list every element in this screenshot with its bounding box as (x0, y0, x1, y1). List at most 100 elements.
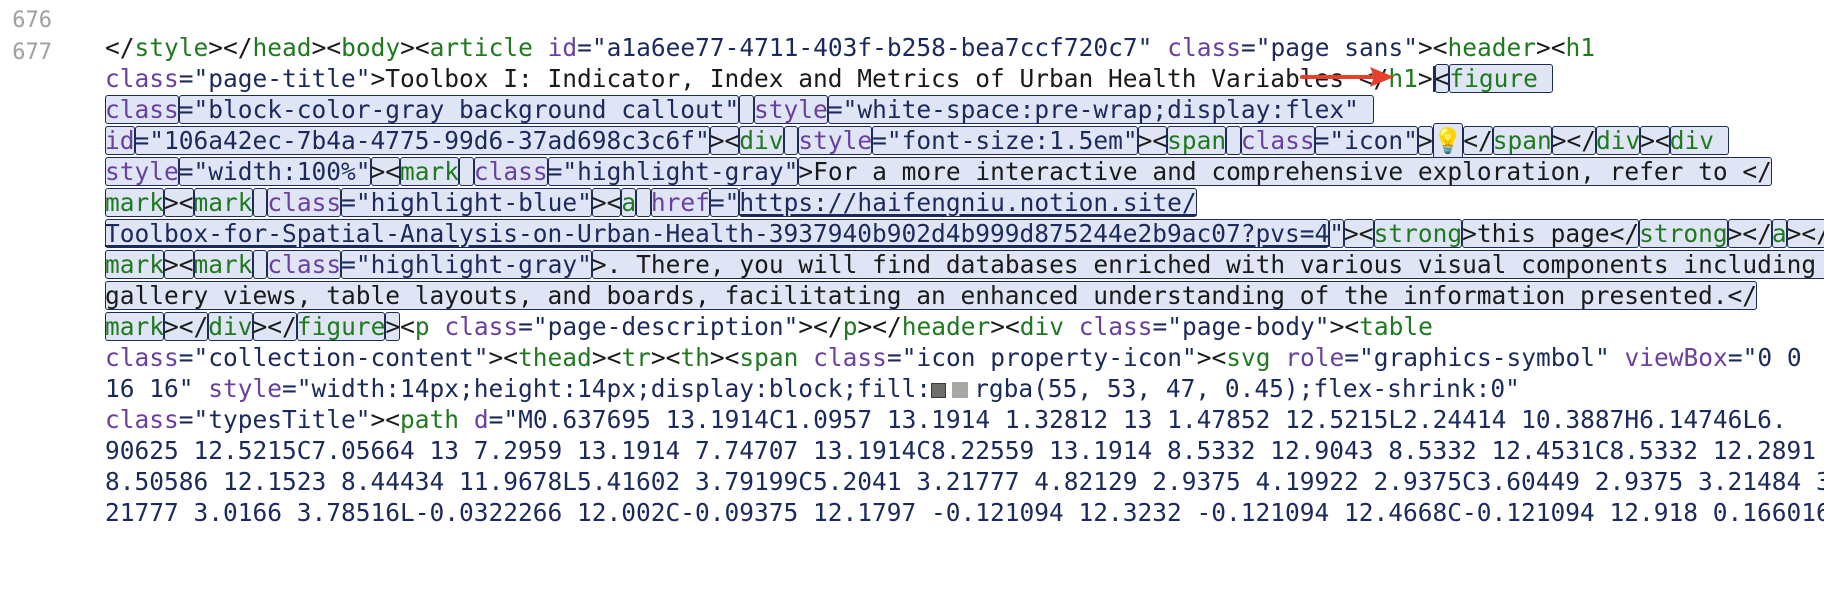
code-token-punc: > (1417, 126, 1433, 155)
code-token-attr: id (547, 33, 578, 62)
red-arrow-annotation-icon (1300, 67, 1394, 87)
code-token-punc: ></ (1786, 219, 1824, 248)
code-token-str: ="page-body" (1152, 312, 1330, 341)
code-token-attr: style (798, 126, 873, 155)
code-token-punc: >< (400, 33, 430, 62)
code-token-punc: >< (1329, 312, 1360, 341)
code-token-str: 16 16" (105, 374, 194, 403)
code-token-tag: p (414, 312, 430, 341)
code-token-punc: >< (1137, 126, 1168, 155)
code-token-punc: >< (650, 343, 681, 372)
code-token-text: >this page</ (1462, 219, 1640, 248)
code-token-punc: ></ (798, 312, 843, 341)
code-token-tag: head (252, 33, 312, 62)
code-token-tag: div (208, 312, 253, 341)
code-token-text: gallery views, table layouts, and boards… (105, 281, 1758, 310)
code-token-attr: class (1240, 126, 1315, 155)
code-token-punc: >< (591, 343, 622, 372)
code-token-tag: table (1359, 312, 1433, 341)
code-token-str: Toolbox-for-Spatial-Analysis-on-Urban-He… (105, 219, 1330, 248)
code-token-tag: mark (105, 250, 165, 279)
code-token-tag: mark (105, 188, 165, 217)
code-token-punc: </ (105, 33, 135, 62)
code-token-str: ="typesTitle" (178, 405, 371, 434)
code-token-str: 90625 12.5215C7.05664 13 7.2959 13.1914 … (105, 436, 1817, 465)
code-token-tag: th (680, 343, 710, 372)
code-token-attr: class (1078, 312, 1153, 341)
code-token-punc: </ (1463, 126, 1493, 155)
code-token-str: ="highlight-gray" (547, 157, 799, 186)
color-swatch-icon[interactable] (931, 383, 947, 398)
code-token-attr: role (1285, 343, 1345, 372)
code-token-tag: strong (1373, 219, 1463, 248)
code-token-punc: >< (1536, 33, 1566, 62)
code-token-punc: >< (709, 343, 740, 372)
code-token-str: ="page-description" (518, 312, 799, 341)
code-token-punc: < (400, 312, 415, 341)
code-token-str: ="white-space:pre-wrap;display:flex" (827, 95, 1374, 124)
code-token-str: ="highlight-gray" (341, 250, 592, 279)
code-token-punc: ></ (252, 312, 297, 341)
code-token-attr: class (267, 188, 342, 217)
line-number: 677 (12, 40, 52, 65)
code-token-text: >For a more interactive and comprehensiv… (798, 157, 1772, 186)
code-token-attr: viewBox (1624, 343, 1728, 372)
code-token-str: https://haifengniu.notion.site/ (739, 188, 1197, 217)
code-token-tag: path (400, 405, 460, 434)
code-token-attr: class (444, 312, 519, 341)
code-token-tag: a (621, 188, 637, 217)
code-token-punc: >< (311, 33, 342, 62)
code-token-attr: class (105, 405, 179, 434)
code-token-attr: class (105, 95, 179, 124)
code-token-str: 8.50586 12.1523 8.44434 11.9678L5.41602 … (105, 467, 1824, 496)
code-token-text (636, 188, 651, 217)
code-token-tag: strong (1639, 219, 1728, 248)
code-token-str: ="106a42ec-7b4a-4775-99d6-37ad698c3c6f" (134, 126, 710, 155)
code-token-text (459, 157, 474, 186)
code-token-punc: >< (164, 188, 194, 217)
code-token-punc: >< (1344, 219, 1374, 248)
code-token-attr: d (473, 405, 489, 434)
code-token-tag: style (134, 33, 209, 62)
code-token-punc: > (1417, 64, 1433, 93)
code-token-attr: href (650, 188, 710, 217)
code-token-punc: >< (370, 157, 401, 186)
code-token-tag: mark (400, 157, 460, 186)
code-token-str: 21777 3.0166 3.78516L-0.0322266 12.002C-… (105, 498, 1824, 527)
code-token-tag: article (429, 33, 533, 62)
code-token-attr: class (267, 250, 342, 279)
code-token-tag: div (1596, 126, 1641, 155)
code-token-text: >Toolbox I: Indicator, Index and Metrics… (370, 64, 1389, 93)
code-token-punc: >< (990, 312, 1020, 341)
code-token-str: ="M0.637695 13.1914C1.0957 13.1914 1.328… (488, 405, 1787, 434)
code-token-tag: span (739, 343, 799, 372)
code-token-tag: h1 (1565, 33, 1596, 62)
code-token-punc: ></ (208, 33, 253, 62)
code-token-str: " (1329, 219, 1345, 248)
code-token-punc: >< (164, 250, 194, 279)
code-token-text (1226, 126, 1241, 155)
code-token-str: ="block-color-gray_background callout" (178, 95, 740, 124)
code-token-punc: >< (1640, 126, 1670, 155)
code-token-text (252, 188, 268, 217)
code-token-str: ="page-title" (178, 64, 371, 93)
code-token-attr: class (473, 157, 548, 186)
code-editor[interactable]: 676 677 </style></head><body><article id… (0, 0, 1824, 612)
code-token-punc: >< (488, 343, 519, 372)
code-line[interactable]: 21777 3.0166 3.78516L-0.0322266 12.002C-… (105, 495, 1824, 531)
code-token-str: ="0 0 (1727, 343, 1802, 372)
code-token-text (252, 250, 268, 279)
code-token-tag: span (1167, 126, 1227, 155)
code-token-tag: figure (296, 312, 386, 341)
color-swatch-icon[interactable] (952, 382, 969, 398)
code-token-str: ="width:100%" (178, 157, 371, 186)
code-token-str: ="graphics-symbol" (1344, 343, 1610, 372)
code-token-tag: span (1492, 126, 1552, 155)
code-token-str: ="width:14px;height:14px;display:block;f… (282, 374, 932, 403)
code-token-attr: style (754, 95, 828, 124)
